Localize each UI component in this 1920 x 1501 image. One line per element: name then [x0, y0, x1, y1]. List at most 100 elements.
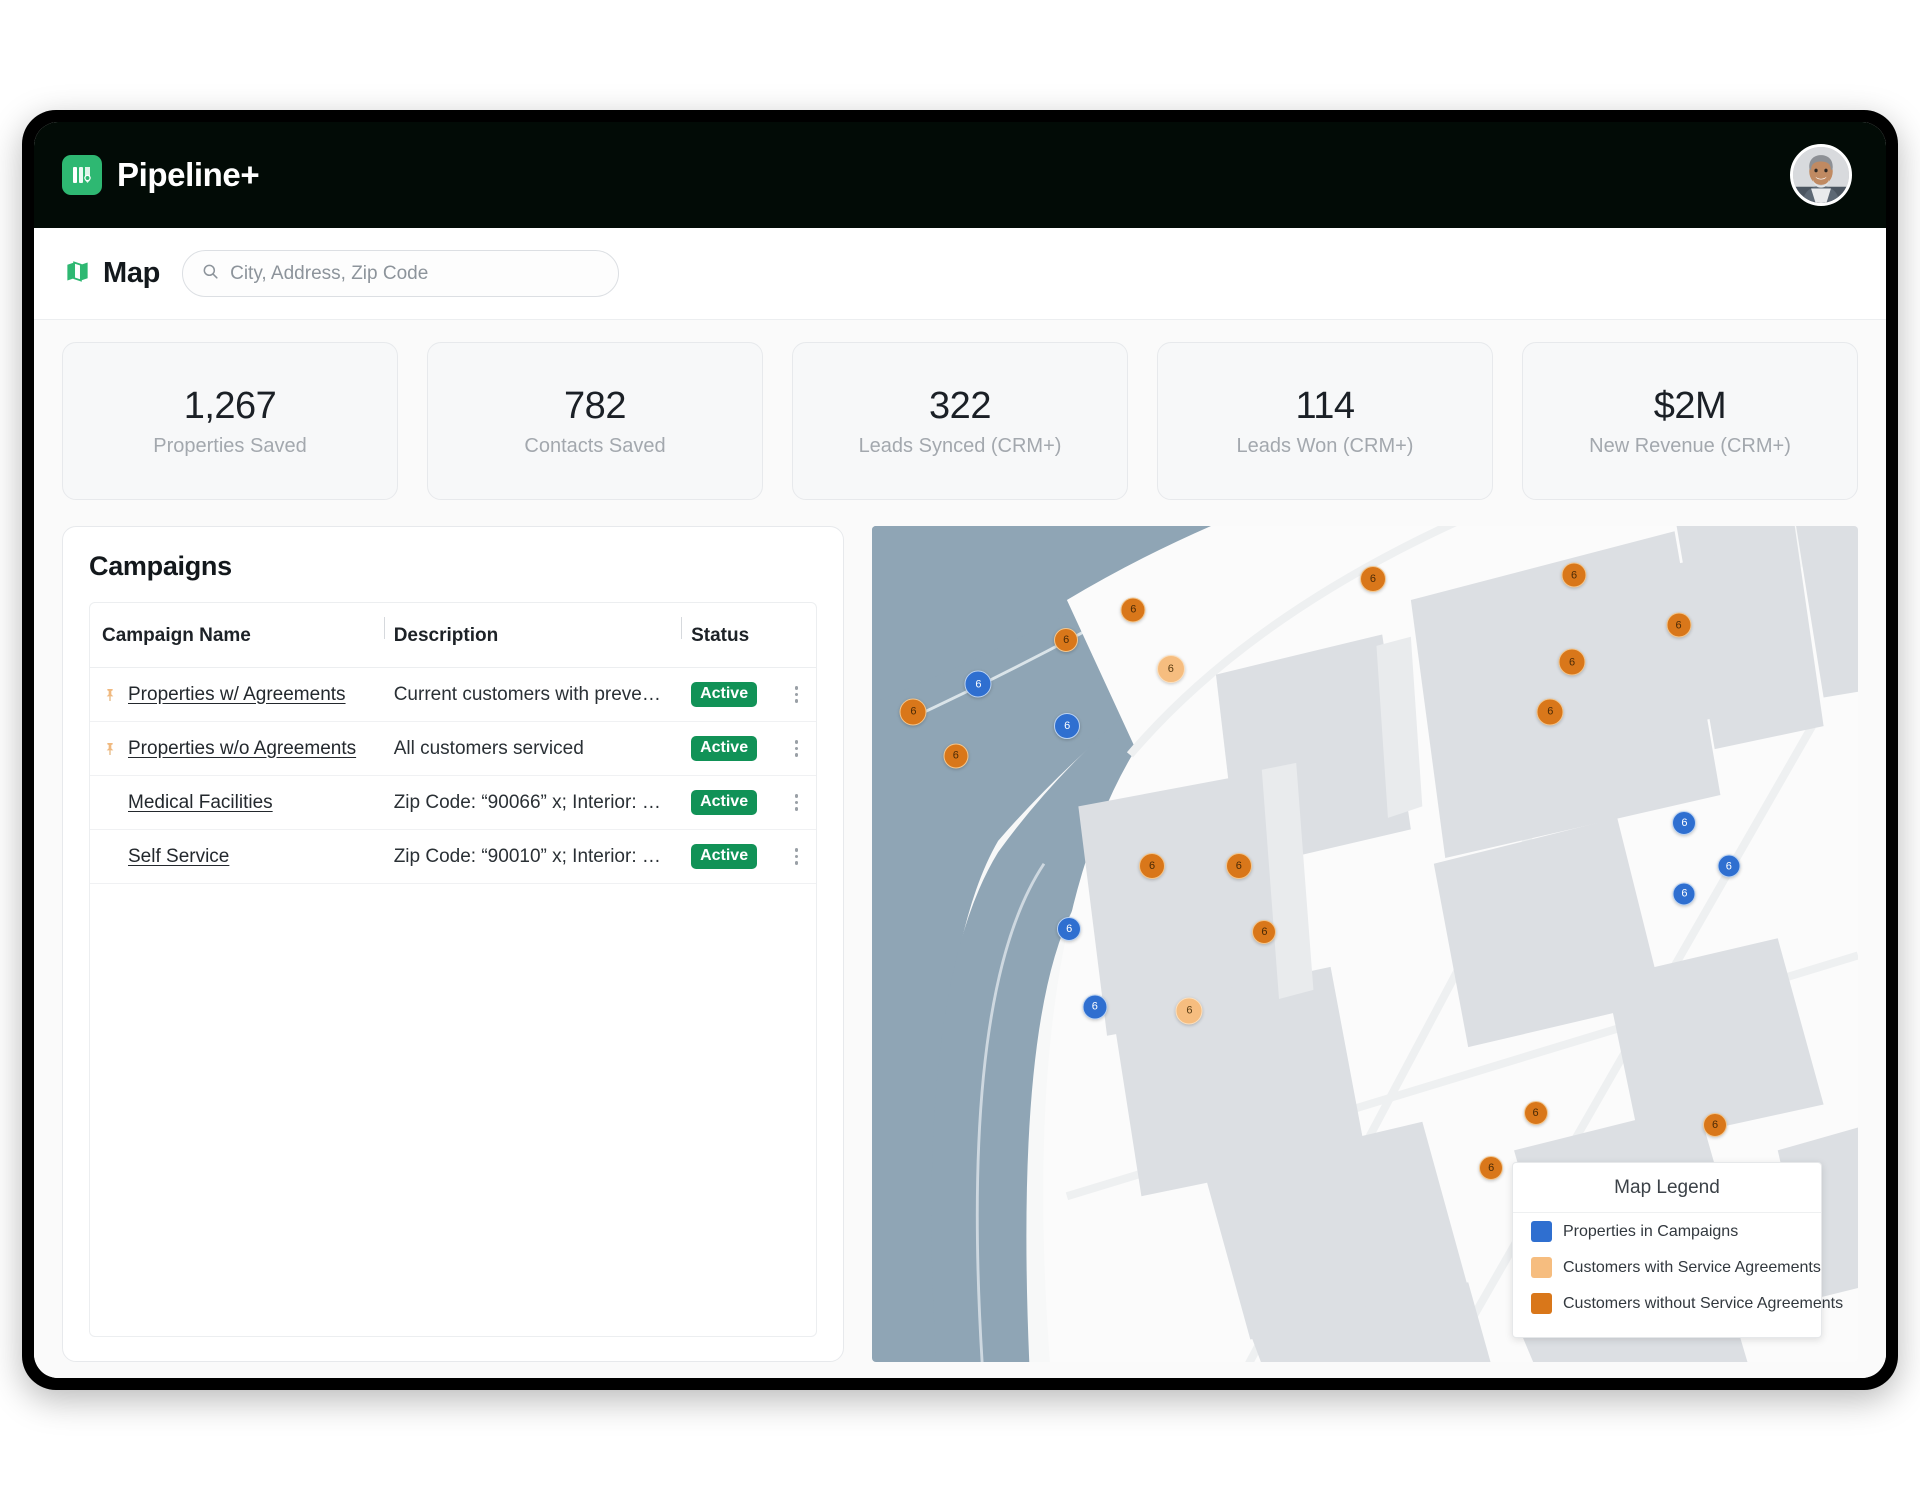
campaign-name-link[interactable]: Self Service [128, 846, 229, 868]
map-marker[interactable]: 6 [1717, 854, 1741, 878]
map-marker[interactable]: 6 [1523, 1100, 1548, 1125]
cell-campaign-name: Self Service [90, 829, 384, 884]
kebab-menu-icon[interactable] [787, 686, 806, 703]
page-title: Map [103, 257, 161, 289]
stat-label: Properties Saved [153, 434, 307, 457]
stat-value: 1,267 [183, 384, 277, 427]
legend-swatch-orange-icon [1531, 1293, 1552, 1314]
legend-item-properties-in-campaigns[interactable]: Properties in Campaigns [1513, 1213, 1821, 1249]
cell-description: Zip Code: “90066” x; Interior: >25... [383, 775, 682, 830]
stat-label: Leads Synced (CRM+) [858, 434, 1062, 457]
table-header-row: Campaign Name Description Status [90, 603, 816, 668]
table-row[interactable]: Self Service Zip Code: “90010” x; Interi… [90, 829, 816, 884]
map-marker[interactable]: 6 [1479, 1156, 1504, 1181]
search-input[interactable] [230, 262, 601, 285]
stat-card-properties-saved[interactable]: 1,267 Properties Saved [62, 342, 398, 500]
campaign-name-link[interactable]: Medical Facilities [128, 792, 273, 814]
stat-label: Contacts Saved [524, 434, 666, 457]
campaign-name-link[interactable]: Properties w/ Agreements [128, 684, 346, 706]
table-row[interactable]: Properties w/ Agreements Current custome… [90, 667, 816, 722]
stat-label: Leads Won (CRM+) [1236, 434, 1414, 457]
pin-icon [102, 687, 118, 703]
map-marker[interactable]: 6 [1536, 698, 1564, 726]
table-header: Campaign Name Description Status [90, 603, 816, 668]
map-marker[interactable]: 6 [1672, 810, 1697, 835]
status-badge: Active [691, 682, 758, 707]
map-marker[interactable]: 6 [1558, 648, 1586, 676]
tablet-device-frame: Pipeline+ Map City, Address, Zip Code 1,… [22, 110, 1898, 1390]
column-header-description[interactable]: Description [383, 603, 682, 668]
map-book-logo-icon [62, 155, 102, 195]
map-legend-title: Map Legend [1513, 1163, 1821, 1213]
map-marker[interactable]: 6 [1359, 565, 1386, 592]
stat-value: 114 [1295, 384, 1355, 427]
stat-card-contacts-saved[interactable]: 782 Contacts Saved [427, 342, 763, 500]
legend-label: Customers without Service Agreements [1563, 1294, 1844, 1312]
table-body: Properties w/ Agreements Current custome… [90, 667, 816, 884]
legend-label: Properties in Campaigns [1563, 1222, 1739, 1240]
stat-value: 782 [564, 384, 626, 427]
search-icon [201, 262, 220, 286]
map-marker[interactable]: 6 [1225, 853, 1252, 880]
campaigns-table: Campaign Name Description Status Propert… [90, 603, 816, 884]
column-header-actions [777, 603, 816, 668]
pin-icon [102, 741, 118, 757]
map-marker[interactable]: 6 [1666, 612, 1692, 638]
cell-status: Active [681, 721, 778, 776]
cell-actions [777, 667, 816, 722]
campaigns-panel: Campaigns Campaign Name Description Stat… [62, 526, 844, 1362]
map-marker[interactable]: 6 [964, 670, 992, 698]
kebab-menu-icon[interactable] [787, 740, 806, 757]
map-marker[interactable]: 6 [1703, 1112, 1728, 1137]
column-header-campaign-name[interactable]: Campaign Name [90, 603, 384, 668]
map-legend: Map Legend Properties in Campaigns Custo… [1512, 1162, 1843, 1338]
map-marker[interactable]: 6 [1156, 654, 1185, 683]
search-box[interactable] [182, 250, 620, 297]
table-row[interactable]: Medical Facilities Zip Code: “90066” x; … [90, 775, 816, 830]
status-badge: Active [691, 844, 758, 869]
stat-label: New Revenue (CRM+) [1589, 434, 1791, 457]
kebab-menu-icon[interactable] [787, 794, 806, 811]
map-marker[interactable]: 6 [1054, 627, 1079, 652]
map-marker[interactable]: 6 [1082, 994, 1108, 1020]
cell-status: Active [681, 829, 778, 884]
table-row[interactable]: Properties w/o Agreements All customers … [90, 721, 816, 776]
cell-actions [777, 775, 816, 830]
cell-campaign-name: Properties w/o Agreements [90, 721, 384, 776]
map-marker[interactable]: 6 [1057, 916, 1082, 941]
map-marker[interactable]: 6 [899, 698, 927, 726]
map-marker[interactable]: 6 [1252, 920, 1277, 945]
stat-card-leads-won[interactable]: 114 Leads Won (CRM+) [1157, 342, 1493, 500]
page-header: Map [34, 228, 1886, 320]
map-marker[interactable]: 6 [1139, 853, 1166, 880]
campaign-name-link[interactable]: Properties w/o Agreements [128, 738, 356, 760]
map-folded-icon [64, 258, 91, 290]
map-panel[interactable]: 6 6 6 6 6 6 6 6 6 6 6 6 6 6 6 6 6 6 6 6 … [872, 526, 1858, 1362]
page-body: 1,267 Properties Saved 782 Contacts Save… [34, 320, 1886, 1378]
stat-card-leads-synced[interactable]: 322 Leads Synced (CRM+) [792, 342, 1128, 500]
map-marker[interactable]: 6 [1175, 997, 1203, 1025]
avatar[interactable] [1790, 144, 1852, 206]
top-navigation-bar: Pipeline+ [34, 122, 1886, 228]
map-marker[interactable]: 6 [1672, 882, 1696, 906]
legend-label: Customers with Service Agreements [1563, 1258, 1821, 1276]
map-marker[interactable]: 6 [1054, 712, 1081, 739]
stat-value: $2M [1653, 384, 1727, 427]
column-header-status[interactable]: Status [681, 603, 778, 668]
map-marker[interactable]: 6 [943, 743, 969, 769]
stat-card-new-revenue[interactable]: $2M New Revenue (CRM+) [1522, 342, 1858, 500]
kebab-menu-icon[interactable] [787, 848, 806, 865]
legend-item-customers-without-agreements[interactable]: Customers without Service Agreements [1513, 1285, 1843, 1321]
campaigns-title: Campaigns [89, 551, 232, 581]
stat-card-row: 1,267 Properties Saved 782 Contacts Save… [62, 342, 1858, 500]
legend-item-customers-with-agreements[interactable]: Customers with Service Agreements [1513, 1249, 1821, 1285]
map-marker[interactable]: 6 [1120, 597, 1146, 623]
brand[interactable]: Pipeline+ [62, 155, 260, 195]
cell-status: Active [681, 775, 778, 830]
cell-status: Active [681, 667, 778, 722]
cell-actions [777, 721, 816, 776]
legend-swatch-blue-icon [1531, 1221, 1552, 1242]
cell-campaign-name: Medical Facilities [90, 775, 384, 830]
cell-actions [777, 829, 816, 884]
map-marker[interactable]: 6 [1561, 562, 1587, 588]
